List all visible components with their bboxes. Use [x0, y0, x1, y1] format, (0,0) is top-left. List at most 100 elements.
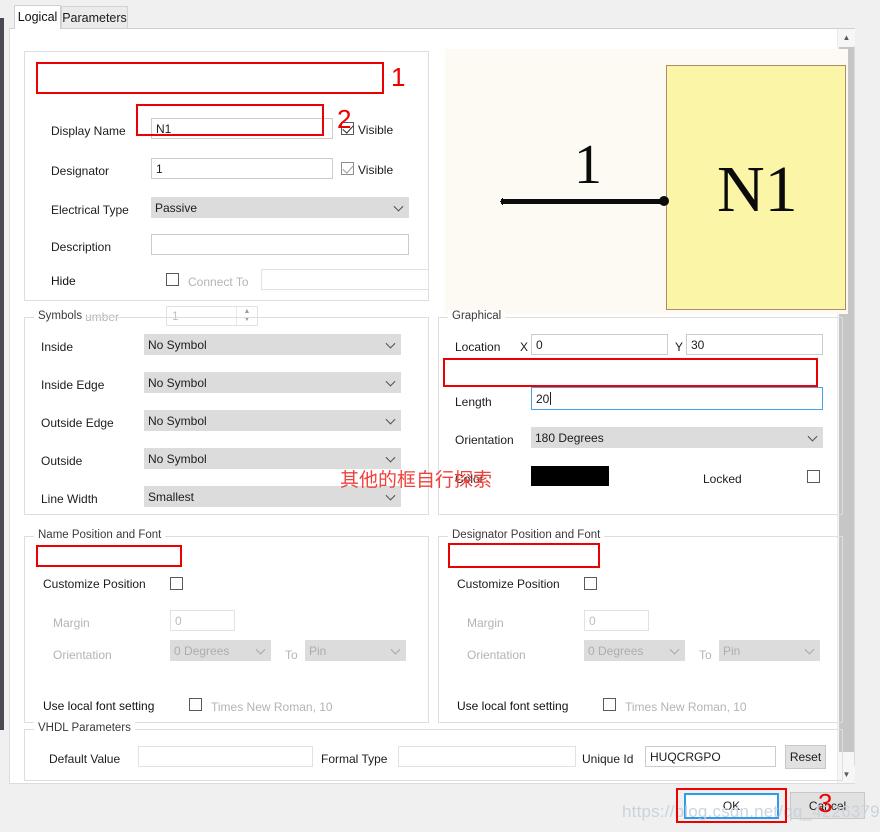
symbol-inside-edge-select[interactable]: No Symbol	[144, 372, 401, 393]
length-value: 20	[536, 391, 550, 406]
designator-visible-label: Visible	[358, 163, 394, 177]
designator-position-legend: Designator Position and Font	[448, 529, 605, 541]
name-margin-input[interactable]: 0	[170, 610, 235, 631]
tab-parameters[interactable]: Parameters	[61, 6, 128, 29]
length-input[interactable]: 20	[531, 387, 823, 410]
name-orientation-select[interactable]: 0 Degrees	[170, 640, 271, 661]
unique-id-input[interactable]: HUQCRGPO	[645, 746, 776, 767]
annotation-number-3: 3	[818, 788, 833, 818]
symbol-inside-edge-label: Inside Edge	[41, 378, 105, 392]
designator-orientation-select[interactable]: 0 Degrees	[584, 640, 685, 661]
dialog-content-panel: ▲ ▼ Display Name N1 Visible Designator 1…	[9, 28, 855, 784]
line-width-value: Smallest	[148, 489, 195, 504]
chevron-down-icon	[804, 644, 815, 655]
name-position-legend: Name Position and Font	[34, 529, 166, 541]
hide-label: Hide	[51, 274, 76, 288]
preview-pin-origin-icon	[500, 198, 506, 206]
electrical-type-label: Electrical Type	[51, 203, 129, 217]
reset-button[interactable]: Reset	[785, 745, 826, 769]
left-edge-strip	[0, 0, 5, 832]
vhdl-legend: VHDL Parameters	[34, 722, 135, 734]
location-y-input[interactable]: 30	[686, 334, 823, 355]
annotation-note-text: 其他的框自行探索	[340, 469, 493, 491]
display-name-label: Display Name	[51, 124, 126, 138]
symbol-outside-value: No Symbol	[148, 451, 207, 466]
locked-label: Locked	[703, 472, 742, 486]
text-caret	[550, 392, 552, 405]
length-label: Length	[455, 395, 492, 409]
designator-visible-checkbox[interactable]	[341, 162, 354, 175]
name-to-select[interactable]: Pin	[305, 640, 406, 661]
symbol-outside-edge-select[interactable]: No Symbol	[144, 410, 401, 431]
tab-strip: Logical Parameters	[5, 0, 880, 29]
preview-pin-name: N1	[717, 153, 798, 226]
annotation-number-1: 1	[391, 62, 406, 92]
locked-checkbox[interactable]	[807, 470, 820, 483]
formal-type-input[interactable]	[398, 746, 576, 767]
name-margin-label: Margin	[53, 616, 90, 630]
name-use-local-font-checkbox[interactable]	[189, 698, 202, 711]
chevron-down-icon	[393, 201, 404, 212]
name-to-label: To	[285, 648, 298, 662]
hide-checkbox[interactable]	[166, 273, 179, 286]
scroll-up-icon[interactable]: ▲	[838, 29, 855, 46]
designator-customize-position-label: Customize Position	[457, 577, 560, 591]
location-y-label: Y	[675, 340, 684, 354]
tab-logical[interactable]: Logical	[14, 5, 61, 29]
electrical-type-select[interactable]: Passive	[151, 197, 409, 218]
symbol-inside-select[interactable]: No Symbol	[144, 334, 401, 355]
name-customize-position-label: Customize Position	[43, 577, 146, 591]
pin-orientation-select[interactable]: 180 Degrees	[531, 427, 823, 448]
name-to-value: Pin	[309, 643, 327, 658]
designator-use-local-font-checkbox[interactable]	[603, 698, 616, 711]
designator-margin-input[interactable]: 0	[584, 610, 649, 631]
designator-to-label: To	[699, 648, 712, 662]
symbol-inside-label: Inside	[41, 340, 74, 354]
designator-to-select[interactable]: Pin	[719, 640, 820, 661]
pin-properties-dialog: Logical Parameters ▲ ▼ Display Name N1 V…	[0, 0, 880, 832]
location-x-label: X	[520, 340, 529, 354]
electrical-type-value: Passive	[155, 200, 198, 215]
chevron-down-icon	[255, 644, 266, 655]
symbol-inside-value: No Symbol	[148, 337, 207, 352]
symbol-inside-edge-value: No Symbol	[148, 375, 207, 390]
description-label: Description	[51, 240, 112, 254]
designator-use-local-font-label: Use local font setting	[457, 699, 569, 713]
name-position-group: Name Position and Font Customize Positio…	[24, 529, 429, 723]
name-customize-position-checkbox[interactable]	[170, 577, 183, 590]
designator-margin-label: Margin	[467, 616, 504, 630]
display-name-visible-label: Visible	[358, 123, 394, 137]
pin-preview: 1 N1	[445, 49, 848, 314]
designator-customize-position-checkbox[interactable]	[584, 577, 597, 590]
chevron-down-icon	[390, 644, 401, 655]
chevron-down-icon	[385, 414, 396, 425]
vhdl-parameters-group: VHDL Parameters Default Value Formal Typ…	[24, 722, 843, 781]
connect-to-input[interactable]	[261, 269, 429, 290]
description-input[interactable]	[151, 234, 409, 255]
line-width-label: Line Width	[41, 492, 98, 506]
symbol-outside-label: Outside	[41, 454, 83, 468]
name-font-value: Times New Roman, 10	[211, 700, 333, 714]
graphical-legend: Graphical	[448, 310, 506, 322]
designator-input[interactable]: 1	[151, 158, 333, 179]
watermark: https://blog.csdn.net/qq_42263796	[622, 802, 880, 821]
location-x-input[interactable]: 0	[531, 334, 668, 355]
name-orientation-value: 0 Degrees	[174, 643, 230, 658]
designator-position-group: Designator Position and Font Customize P…	[438, 529, 843, 723]
display-name-input[interactable]: N1	[151, 118, 333, 139]
color-swatch[interactable]	[531, 466, 609, 486]
name-orientation-label: Orientation	[53, 648, 112, 662]
designator-to-value: Pin	[723, 643, 741, 658]
logical-group: Display Name N1 Visible Designator 1 Vis…	[24, 51, 429, 326]
default-value-label: Default Value	[49, 752, 121, 766]
chevron-down-icon	[669, 644, 680, 655]
unique-id-label: Unique Id	[582, 752, 634, 766]
designator-label: Designator	[51, 164, 110, 178]
chevron-down-icon	[807, 431, 818, 442]
designator-orientation-label: Orientation	[467, 648, 526, 662]
symbols-legend: Symbols	[34, 310, 87, 322]
symbol-outside-edge-label: Outside Edge	[41, 416, 114, 430]
annotation-number-2: 2	[337, 104, 352, 134]
default-value-input[interactable]	[138, 746, 313, 767]
chevron-down-icon	[385, 376, 396, 387]
